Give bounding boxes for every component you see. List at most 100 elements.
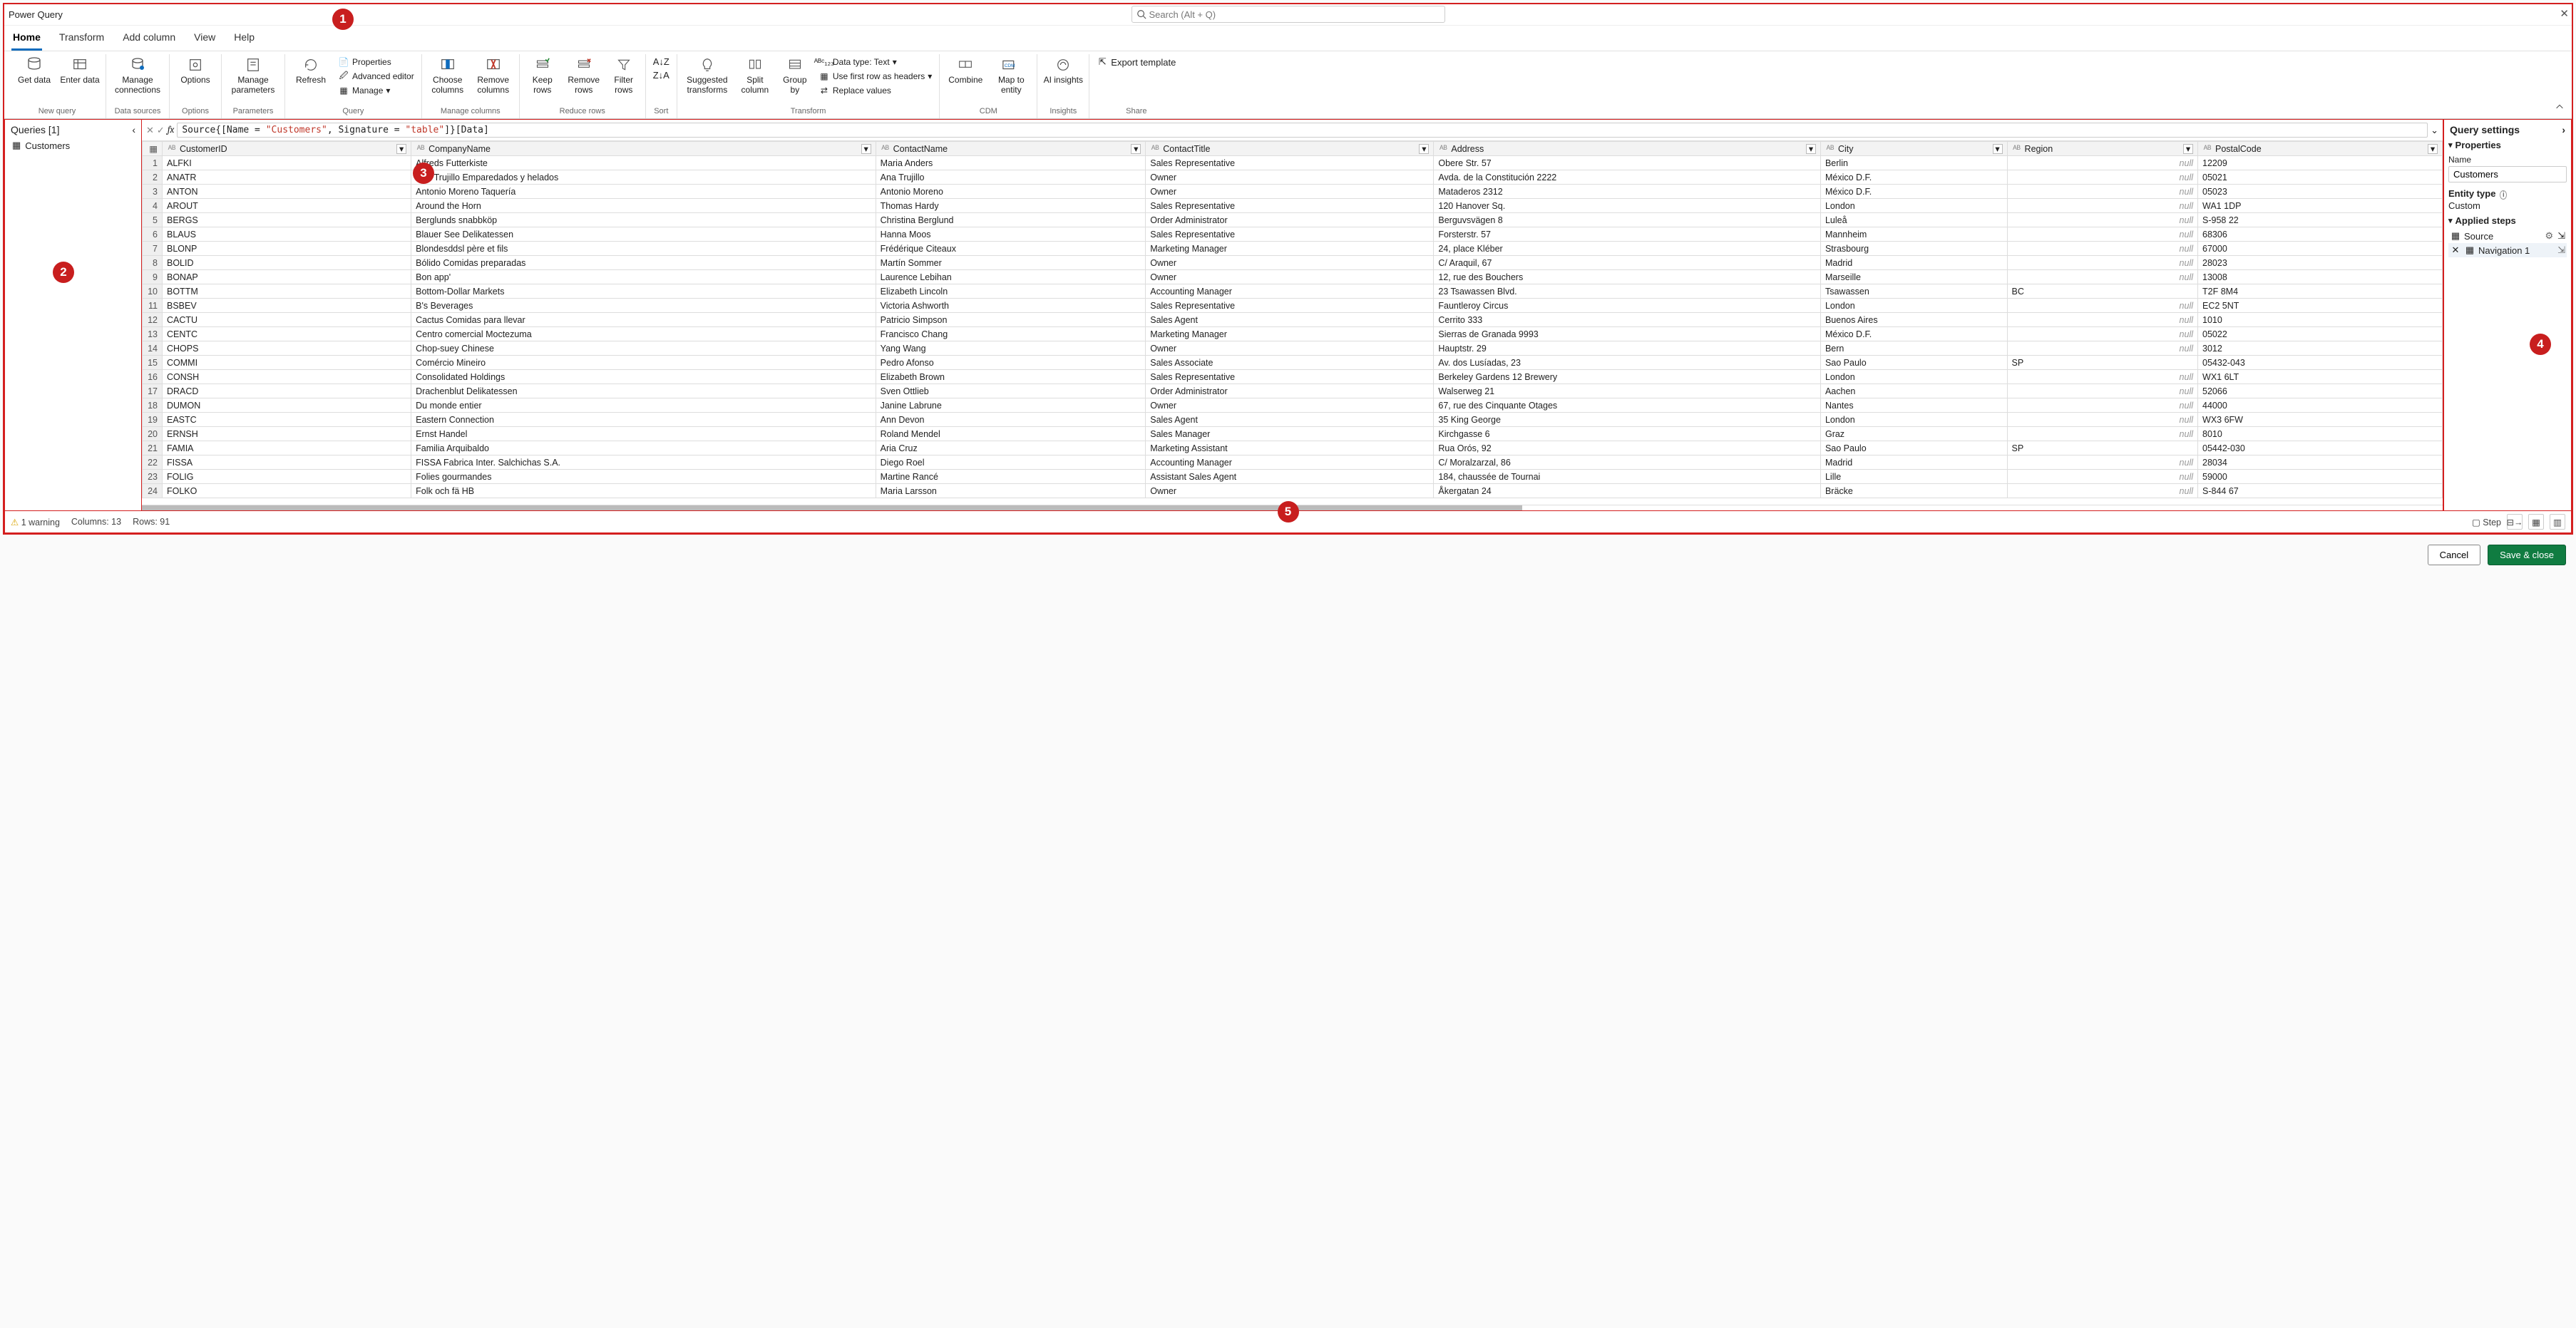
data-cell[interactable]: Maria Anders [876,156,1146,170]
data-cell[interactable]: Ann Devon [876,413,1146,427]
data-cell[interactable]: 28034 [2198,455,2443,470]
data-cell[interactable]: Hauptstr. 29 [1434,341,1821,356]
table-row[interactable]: 21FAMIAFamilia ArquibaldoAria CruzMarket… [143,441,2443,455]
table-row[interactable]: 14CHOPSChop-suey ChineseYang WangOwnerHa… [143,341,2443,356]
sort-desc-button[interactable]: Z↓A [652,69,671,81]
table-row[interactable]: 11BSBEVB's BeveragesVictoria AshworthSal… [143,299,2443,313]
row-number[interactable]: 20 [143,427,163,441]
replace-values-button[interactable]: ⇄Replace values [817,84,893,97]
data-cell[interactable]: 28023 [2198,256,2443,270]
step-navigation[interactable]: ✕ ▦ Navigation 1 ⇲ [2448,243,2567,257]
data-cell[interactable]: Sales Agent [1146,413,1434,427]
data-cell[interactable]: Av. dos Lusíadas, 23 [1434,356,1821,370]
table-row[interactable]: 24FOLKOFolk och fä HBMaria LarssonOwnerÅ… [143,484,2443,498]
data-cell[interactable]: ERNSH [163,427,411,441]
row-number[interactable]: 10 [143,284,163,299]
data-cell[interactable]: 120 Hanover Sq. [1434,199,1821,213]
close-button[interactable]: ✕ [2560,7,2569,20]
data-cell[interactable]: Nantes [1820,398,2007,413]
data-cell[interactable]: Chop-suey Chinese [411,341,876,356]
data-cell[interactable]: Owner [1146,484,1434,498]
data-cell[interactable]: BSBEV [163,299,411,313]
data-cell[interactable]: Mataderos 2312 [1434,185,1821,199]
data-cell[interactable]: null [2007,170,2197,185]
data-cell[interactable]: Bräcke [1820,484,2007,498]
data-cell[interactable]: SP [2007,356,2197,370]
data-cell[interactable]: 67, rue des Cinquante Otages [1434,398,1821,413]
row-number[interactable]: 3 [143,185,163,199]
table-row[interactable]: 20ERNSHErnst HandelRoland MendelSales Ma… [143,427,2443,441]
data-cell[interactable]: Comércio Mineiro [411,356,876,370]
row-number[interactable]: 5 [143,213,163,227]
data-cell[interactable]: Aachen [1820,384,2007,398]
tab-transform[interactable]: Transform [58,30,106,51]
data-cell[interactable]: Centro comercial Moctezuma [411,327,876,341]
data-cell[interactable]: BERGS [163,213,411,227]
data-cell[interactable]: Blondesddsl père et fils [411,242,876,256]
schema-view-button[interactable]: ▥ [2550,514,2565,530]
data-cell[interactable]: Rua Orós, 92 [1434,441,1821,455]
data-cell[interactable]: FAMIA [163,441,411,455]
table-row[interactable]: 22FISSAFISSA Fabrica Inter. Salchichas S… [143,455,2443,470]
data-cell[interactable]: null [2007,341,2197,356]
save-close-button[interactable]: Save & close [2488,545,2566,565]
data-cell[interactable]: 05432-043 [2198,356,2443,370]
row-number[interactable]: 14 [143,341,163,356]
data-cell[interactable]: Marketing Manager [1146,327,1434,341]
table-row[interactable]: 4AROUTAround the HornThomas HardySales R… [143,199,2443,213]
data-cell[interactable]: ALFKI [163,156,411,170]
table-row[interactable]: 1ALFKIAlfreds FutterkisteMaria AndersSal… [143,156,2443,170]
data-cell[interactable]: Sierras de Granada 9993 [1434,327,1821,341]
row-number[interactable]: 19 [143,413,163,427]
search-box[interactable]: Search (Alt + Q) [1132,6,1445,23]
data-cell[interactable]: Order Administrator [1146,213,1434,227]
row-number[interactable]: 4 [143,199,163,213]
data-cell[interactable]: CHOPS [163,341,411,356]
data-cell[interactable]: Madrid [1820,256,2007,270]
data-cell[interactable]: 1010 [2198,313,2443,327]
data-cell[interactable]: CENTC [163,327,411,341]
data-cell[interactable]: Blauer See Delikatessen [411,227,876,242]
collapse-settings-button[interactable]: › [2562,124,2565,135]
table-row[interactable]: 18DUMONDu monde entierJanine LabruneOwne… [143,398,2443,413]
data-cell[interactable]: S-958 22 [2198,213,2443,227]
info-icon[interactable]: i [2500,190,2507,200]
data-cell[interactable]: Berglunds snabbköp [411,213,876,227]
data-cell[interactable]: Marketing Assistant [1146,441,1434,455]
ai-insights-button[interactable]: AI insights [1043,56,1083,86]
data-cell[interactable]: null [2007,427,2197,441]
data-cell[interactable]: null [2007,227,2197,242]
data-cell[interactable]: FOLIG [163,470,411,484]
data-cell[interactable]: Accounting Manager [1146,284,1434,299]
data-cell[interactable]: 52066 [2198,384,2443,398]
map-entity-button[interactable]: CDM Map to entity [991,56,1031,96]
data-grid[interactable]: ▦ᴬᴮCustomerID▾ᴬᴮCompanyName▾ᴬᴮContactNam… [142,141,2443,498]
data-cell[interactable]: Aria Cruz [876,441,1146,455]
row-number[interactable]: 1 [143,156,163,170]
sort-asc-button[interactable]: A↓Z [652,56,671,68]
data-cell[interactable]: Owner [1146,398,1434,413]
data-cell[interactable]: Sales Representative [1146,156,1434,170]
data-cell[interactable]: Sales Representative [1146,199,1434,213]
data-cell[interactable]: México D.F. [1820,170,2007,185]
data-cell[interactable]: Bottom-Dollar Markets [411,284,876,299]
data-cell[interactable]: Berlin [1820,156,2007,170]
suggested-transforms-button[interactable]: Suggested transforms [683,56,732,96]
data-cell[interactable]: Drachenblut Delikatessen [411,384,876,398]
row-number[interactable]: 16 [143,370,163,384]
data-cell[interactable]: B's Beverages [411,299,876,313]
table-row[interactable]: 7BLONPBlondesddsl père et filsFrédérique… [143,242,2443,256]
data-cell[interactable]: Antonio Moreno [876,185,1146,199]
data-cell[interactable]: Consolidated Holdings [411,370,876,384]
data-cell[interactable]: T2F 8M4 [2198,284,2443,299]
combine-button[interactable]: Combine [945,56,985,86]
row-number[interactable]: 22 [143,455,163,470]
data-cell[interactable]: Owner [1146,341,1434,356]
data-cell[interactable]: 13008 [2198,270,2443,284]
tab-view[interactable]: View [193,30,217,51]
data-cell[interactable]: Walserweg 21 [1434,384,1821,398]
row-number[interactable]: 11 [143,299,163,313]
data-cell[interactable]: Patricio Simpson [876,313,1146,327]
column-filter-button[interactable]: ▾ [1806,144,1816,154]
data-cell[interactable]: Strasbourg [1820,242,2007,256]
